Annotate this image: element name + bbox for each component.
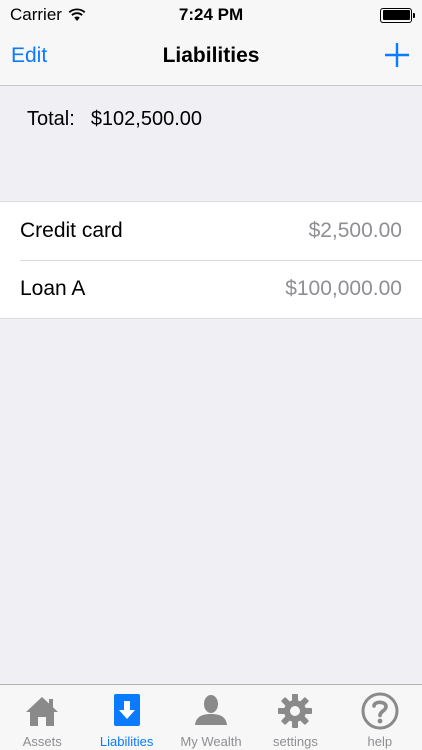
carrier-label: Carrier (10, 5, 62, 24)
liability-amount: $2,500.00 (308, 219, 402, 242)
tab-label: My Wealth (180, 734, 242, 749)
liabilities-list: Credit card $2,500.00 Loan A $100,000.00 (0, 201, 422, 319)
total-label: Total: (27, 108, 75, 130)
tab-label: Liabilities (99, 734, 154, 749)
tab-label: Assets (22, 734, 62, 749)
wifi-icon (68, 8, 86, 21)
list-item[interactable]: Loan A $100,000.00 (0, 260, 422, 318)
navigation-bar: Edit Liabilities (0, 30, 422, 86)
person-icon (195, 695, 228, 725)
liability-name: Loan A (20, 277, 86, 300)
tab-label: help (367, 734, 393, 749)
liability-amount: $100,000.00 (285, 277, 402, 300)
liability-name: Credit card (20, 219, 123, 242)
tab-my-wealth[interactable]: My Wealth (169, 685, 253, 750)
tab-label: settings (273, 734, 318, 749)
total-value: $102,500.00 (90, 108, 203, 130)
tab-bar: Assets Liabilities My Wealth settings he… (0, 684, 422, 750)
status-left: Carrier (10, 5, 86, 25)
list-item[interactable]: Credit card $2,500.00 (0, 202, 422, 260)
tab-settings[interactable]: settings (253, 685, 337, 750)
question-icon (361, 692, 399, 730)
total-summary: Total: $102,500.00 (27, 108, 202, 131)
tab-help[interactable]: help (338, 685, 422, 750)
gear-icon (278, 694, 313, 728)
status-bar: Carrier 7:24 PM (0, 0, 422, 30)
page-title: Liabilities (162, 44, 260, 67)
house-icon (26, 697, 59, 726)
add-button[interactable] (384, 42, 410, 68)
tab-assets[interactable]: Assets (0, 685, 84, 750)
down-arrow-icon (113, 694, 140, 726)
battery-icon (380, 7, 415, 23)
tab-liabilities[interactable]: Liabilities (84, 685, 168, 750)
